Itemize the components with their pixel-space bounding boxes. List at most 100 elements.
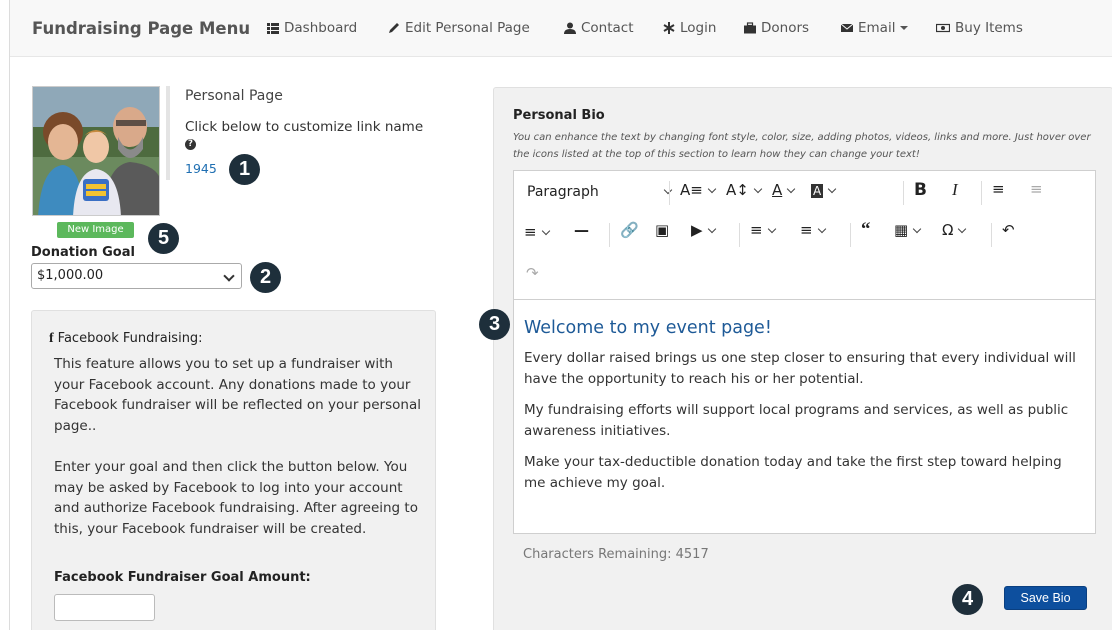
redo-icon[interactable]: ↷ [526, 264, 539, 282]
format-select[interactable]: Paragraph [527, 184, 673, 200]
editor-content[interactable]: Welcome to my event page! Every dollar r… [524, 318, 1084, 504]
bio-paragraph: My fundraising efforts will support loca… [524, 402, 1069, 439]
facebook-description: This feature allows you to set up a fund… [54, 356, 421, 434]
user-icon [564, 22, 576, 34]
nav-dashboard-label: Dashboard [284, 20, 358, 36]
chevron-down-icon [787, 184, 796, 194]
briefcase-icon [744, 22, 756, 34]
chevron-down-icon [753, 184, 763, 194]
chevron-down-icon [223, 270, 235, 282]
bold-icon[interactable]: B [914, 180, 927, 200]
nav-contact-label: Contact [581, 20, 634, 36]
video-button[interactable]: ▶ [691, 221, 716, 239]
app-frame: Fundraising Page Menu Dashboard Edit Per… [9, 0, 1112, 630]
chevron-down-icon [707, 224, 716, 234]
format-select-value: Paragraph [527, 184, 599, 200]
chevron-down-icon [541, 226, 550, 236]
nav-dashboard[interactable]: Dashboard [267, 20, 357, 36]
bio-title: Personal Bio [513, 108, 605, 123]
profile-photo[interactable] [32, 86, 160, 216]
personal-page-title: Personal Page [185, 88, 283, 104]
chevron-down-icon [912, 224, 922, 234]
outdent-icon[interactable]: ≡ [1030, 180, 1043, 198]
nav-contact[interactable]: Contact [564, 20, 634, 36]
font-family-button[interactable]: A≡ [680, 181, 717, 199]
chevron-down-icon [767, 224, 776, 234]
text-color-icon: A [772, 181, 783, 199]
personal-bio-panel: Personal Bio You can enhance the text by… [493, 87, 1112, 630]
facebook-fundraising-panel: f Facebook Fundraising: This feature allo… [31, 310, 436, 630]
personal-page-divider [166, 86, 170, 180]
align-button[interactable]: ≡ [524, 223, 550, 241]
align-left-icon: ≡ [524, 223, 537, 241]
facebook-title: f Facebook Fundraising: [49, 331, 203, 347]
numbered-list-button[interactable]: ≡ [800, 221, 826, 239]
bullet-list-icon: ≡ [750, 221, 763, 239]
nav-buy-items-label: Buy Items [955, 20, 1023, 36]
bio-heading: Welcome to my event page! [524, 318, 772, 338]
font-family-icon: A≡ [680, 181, 703, 199]
donation-goal-label: Donation Goal [31, 245, 135, 260]
facebook-title-text: Facebook Fundraising: [57, 331, 203, 346]
italic-icon[interactable]: I [952, 180, 958, 200]
chevron-down-icon [707, 184, 717, 194]
omega-icon: Ω [942, 221, 954, 239]
table-button[interactable]: ▦ [894, 221, 922, 239]
top-navbar: Fundraising Page Menu Dashboard Edit Per… [10, 0, 1112, 57]
personal-page-subtitle: Click below to customize link name [185, 119, 424, 135]
indent-icon[interactable]: ≡ [992, 180, 1005, 198]
rich-text-editor: Paragraph A≡ A↕ A A B I ≡ ≡ ≡ — 🔗 ▣ ▶ ≡ … [513, 170, 1096, 534]
chevron-down-icon [827, 184, 837, 194]
text-color-button[interactable]: A [772, 181, 796, 199]
blockquote-icon[interactable]: “ [861, 219, 871, 241]
asterisk-icon [663, 22, 675, 34]
personal-page-link[interactable]: 1945 [185, 161, 217, 176]
bio-help-text: You can enhance the text by changing fon… [513, 132, 1091, 160]
special-characters-button[interactable]: Ω [942, 221, 967, 239]
nav-login-label: Login [680, 20, 717, 36]
background-color-button[interactable]: A [811, 181, 837, 199]
nav-edit-personal-page-label: Edit Personal Page [405, 20, 530, 36]
donation-goal-value: $1,000.00 [37, 268, 104, 283]
table-icon: ▦ [894, 221, 909, 239]
facebook-goal-input[interactable] [54, 594, 155, 621]
chevron-down-icon [900, 26, 909, 30]
background-color-icon: A [811, 184, 824, 198]
nav-email-label: Email [858, 20, 896, 36]
money-icon [936, 23, 950, 33]
new-image-button[interactable]: New Image [57, 222, 134, 238]
navbar-brand[interactable]: Fundraising Page Menu [32, 19, 250, 38]
bio-paragraph: Every dollar raised brings us one step c… [524, 350, 1076, 387]
undo-icon[interactable]: ↶ [1002, 221, 1015, 239]
callout-badge-2: 2 [250, 262, 281, 293]
callout-badge-3: 3 [479, 309, 510, 340]
nav-donors-label: Donors [761, 20, 810, 36]
video-icon: ▶ [691, 221, 703, 239]
pencil-icon [389, 23, 399, 33]
editor-toolbar: Paragraph A≡ A↕ A A B I ≡ ≡ ≡ — 🔗 ▣ ▶ ≡ … [514, 171, 1095, 300]
numbered-list-icon: ≡ [800, 221, 813, 239]
image-icon[interactable]: ▣ [655, 221, 669, 239]
nav-email[interactable]: Email [841, 20, 909, 36]
facebook-instructions: Enter your goal and then click the butto… [54, 459, 418, 537]
profile-photo-image [33, 87, 159, 215]
callout-badge-5: 5 [148, 223, 179, 254]
font-size-icon: A↕ [726, 181, 749, 199]
nav-donors[interactable]: Donors [744, 20, 809, 36]
callout-badge-1: 1 [229, 154, 260, 185]
question-icon[interactable]: ? [185, 139, 196, 150]
nav-edit-personal-page[interactable]: Edit Personal Page [388, 20, 530, 36]
nav-buy-items[interactable]: Buy Items [936, 20, 1023, 36]
characters-remaining: Characters Remaining: 4517 [523, 547, 709, 562]
font-size-button[interactable]: A↕ [726, 181, 763, 199]
facebook-goal-label: Facebook Fundraiser Goal Amount: [54, 570, 311, 585]
nav-login[interactable]: Login [663, 20, 716, 36]
save-bio-button[interactable]: Save Bio [1004, 586, 1087, 610]
horizontal-line-icon[interactable]: — [574, 221, 589, 239]
bio-paragraph: Make your tax-deductible donation today … [524, 454, 1062, 491]
envelope-icon [841, 23, 853, 32]
chevron-down-icon [817, 224, 826, 234]
link-icon[interactable]: 🔗 [620, 221, 639, 239]
donation-goal-select[interactable]: $1,000.00 [31, 263, 242, 289]
bullet-list-button[interactable]: ≡ [750, 221, 776, 239]
